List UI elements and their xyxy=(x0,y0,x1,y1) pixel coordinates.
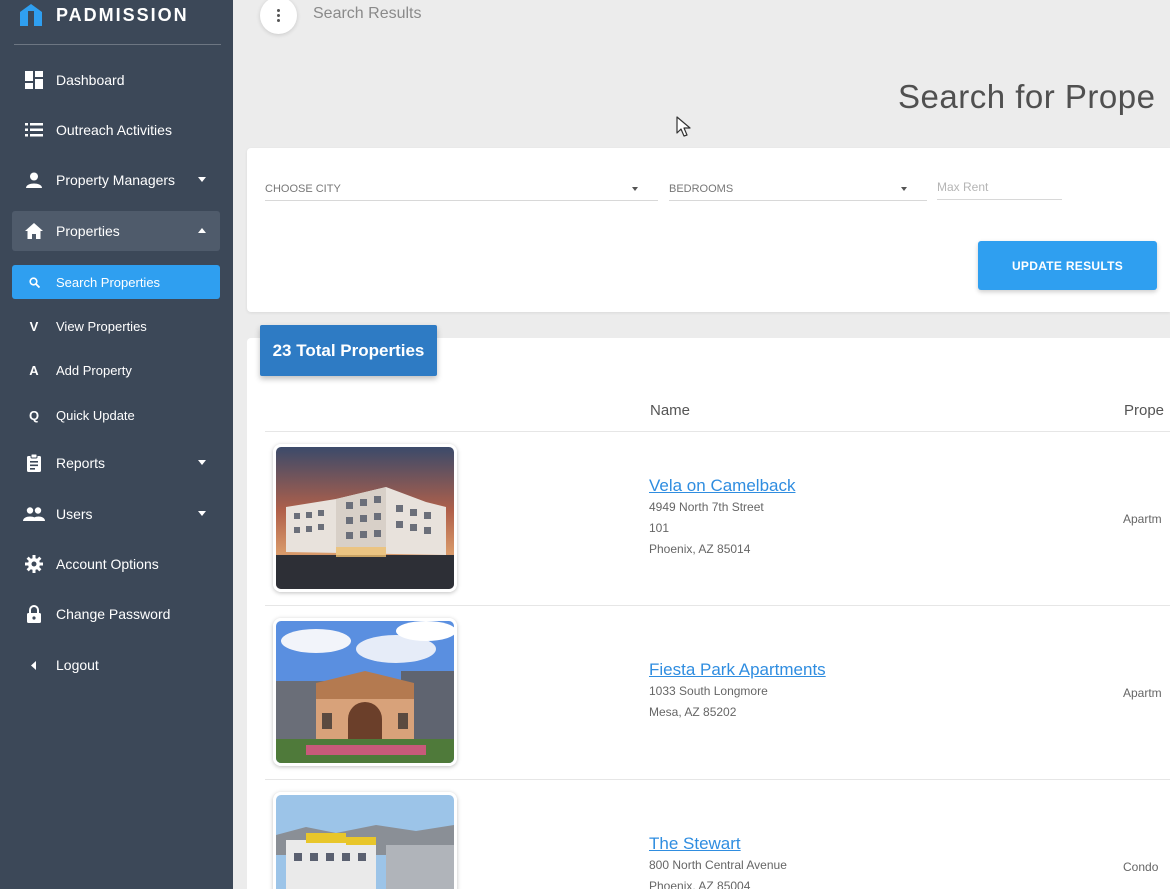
property-type: Condo xyxy=(1123,860,1159,874)
sidebar-divider xyxy=(14,44,221,45)
address-line: Phoenix, AZ 85004 xyxy=(649,879,751,889)
city-select-label: CHOOSE CITY xyxy=(265,183,341,195)
property-photo[interactable] xyxy=(273,618,457,766)
page-title: Search Results xyxy=(313,5,422,22)
sidebar-item-label: Dashboard xyxy=(56,72,125,88)
property-photo[interactable] xyxy=(273,792,457,889)
sidebar-item-account-options[interactable]: Account Options xyxy=(12,544,220,584)
total-properties-badge: 23 Total Properties xyxy=(260,325,437,376)
bedrooms-select[interactable]: BEDROOMS xyxy=(669,175,927,201)
sidebar-item-label: Property Managers xyxy=(56,172,176,188)
chevron-down-icon xyxy=(632,187,638,191)
mouse-cursor-icon xyxy=(676,116,691,137)
sidebar-item-quick-update[interactable]: Q Quick Update xyxy=(12,398,220,432)
sidebar-item-label: Quick Update xyxy=(56,407,135,423)
lock-icon xyxy=(12,605,56,623)
property-type: Apartm xyxy=(1123,512,1162,526)
sidebar-item-label: Account Options xyxy=(56,556,159,572)
sidebar-item-outreach-activities[interactable]: Outreach Activities xyxy=(12,110,220,150)
brand-name: PADMISSION xyxy=(56,4,189,25)
table-row: Vela on Camelback 4949 North 7th Street … xyxy=(265,432,1170,606)
max-rent-input[interactable] xyxy=(937,175,1062,200)
address-line: 1033 South Longmore xyxy=(649,684,768,698)
sidebar-item-search-properties[interactable]: Search Properties xyxy=(12,265,220,299)
sidebar-item-properties[interactable]: Properties xyxy=(12,211,220,251)
property-name-link[interactable]: The Stewart xyxy=(649,834,741,854)
sidebar-item-letter: Q xyxy=(28,407,40,423)
sidebar-item-label: Outreach Activities xyxy=(56,122,172,138)
sidebar-item-logout[interactable]: Logout xyxy=(12,645,220,685)
property-type: Apartm xyxy=(1123,686,1162,700)
sidebar-item-label: Add Property xyxy=(56,362,132,378)
sidebar-item-view-properties[interactable]: V View Properties xyxy=(12,309,220,343)
sidebar-item-label: View Properties xyxy=(56,318,147,334)
brand[interactable]: PADMISSION xyxy=(18,0,189,30)
sidebar-item-reports[interactable]: Reports xyxy=(12,443,220,483)
table-row: The Stewart 800 North Central Avenue Pho… xyxy=(265,780,1170,889)
address-line: 101 xyxy=(649,521,670,535)
sidebar-item-change-password[interactable]: Change Password xyxy=(12,594,220,634)
property-address: 800 North Central Avenue Phoenix, AZ 850… xyxy=(649,855,787,889)
home-icon xyxy=(12,223,56,239)
chevron-down-icon xyxy=(198,460,206,465)
sidebar-item-label: Properties xyxy=(56,223,120,239)
building-photo-icon xyxy=(276,795,454,889)
gear-icon xyxy=(12,555,56,573)
city-select[interactable]: CHOOSE CITY xyxy=(265,175,658,201)
person-icon xyxy=(12,172,56,188)
sidebar-item-letter: V xyxy=(29,318,39,334)
table-row: Fiesta Park Apartments 1033 South Longmo… xyxy=(265,606,1170,780)
clipboard-icon xyxy=(12,454,56,472)
dashboard-icon xyxy=(12,71,56,89)
property-name-link[interactable]: Vela on Camelback xyxy=(649,476,795,496)
vertical-dots-icon xyxy=(277,9,280,22)
chevron-down-icon xyxy=(198,511,206,516)
sidebar-item-label: Reports xyxy=(56,455,106,471)
address-line: Phoenix, AZ 85014 xyxy=(649,542,751,556)
sidebar-item-dashboard[interactable]: Dashboard xyxy=(12,60,220,100)
users-icon xyxy=(12,507,56,521)
filter-card: CHOOSE CITY BEDROOMS UPDATE RESULTS xyxy=(247,148,1170,312)
building-photo-icon xyxy=(276,621,454,763)
property-name-link[interactable]: Fiesta Park Apartments xyxy=(649,660,826,680)
search-icon xyxy=(12,276,56,288)
sidebar-item-users[interactable]: Users xyxy=(12,494,220,534)
padmission-logo-icon xyxy=(20,4,42,26)
sidebar-item-label: Logout xyxy=(56,657,99,673)
bedrooms-select-label: BEDROOMS xyxy=(669,183,734,195)
sidebar-item-label: Change Password xyxy=(56,606,171,622)
property-photo[interactable] xyxy=(273,444,457,592)
column-header-name[interactable]: Name xyxy=(650,402,690,419)
column-header-property-type[interactable]: Prope xyxy=(1124,402,1164,419)
building-photo-icon xyxy=(276,447,454,589)
address-line: Mesa, AZ 85202 xyxy=(649,705,737,719)
address-line: 4949 North 7th Street xyxy=(649,500,764,514)
page-heading: Search for Prope xyxy=(898,78,1156,115)
property-address: 4949 North 7th Street 101 Phoenix, AZ 85… xyxy=(649,497,764,560)
topbar: Search Results xyxy=(233,0,1170,40)
sidebar-item-label: Users xyxy=(56,506,93,522)
sidebar-item-letter: A xyxy=(29,362,39,378)
chevron-down-icon xyxy=(901,187,907,191)
chevron-up-icon xyxy=(198,228,206,233)
property-address: 1033 South Longmore Mesa, AZ 85202 xyxy=(649,681,768,723)
more-options-button[interactable] xyxy=(260,0,297,34)
address-line: 800 North Central Avenue xyxy=(649,858,787,872)
sidebar-item-add-property[interactable]: A Add Property xyxy=(12,353,220,387)
chevron-left-icon xyxy=(12,660,56,670)
update-results-button[interactable]: UPDATE RESULTS xyxy=(978,241,1157,290)
sidebar-item-label: Search Properties xyxy=(56,274,161,290)
chevron-down-icon xyxy=(198,177,206,182)
list-icon xyxy=(12,123,56,137)
sidebar-item-property-managers[interactable]: Property Managers xyxy=(12,160,220,200)
sidebar: PADMISSION Dashboard Outreach Activities… xyxy=(0,0,233,889)
